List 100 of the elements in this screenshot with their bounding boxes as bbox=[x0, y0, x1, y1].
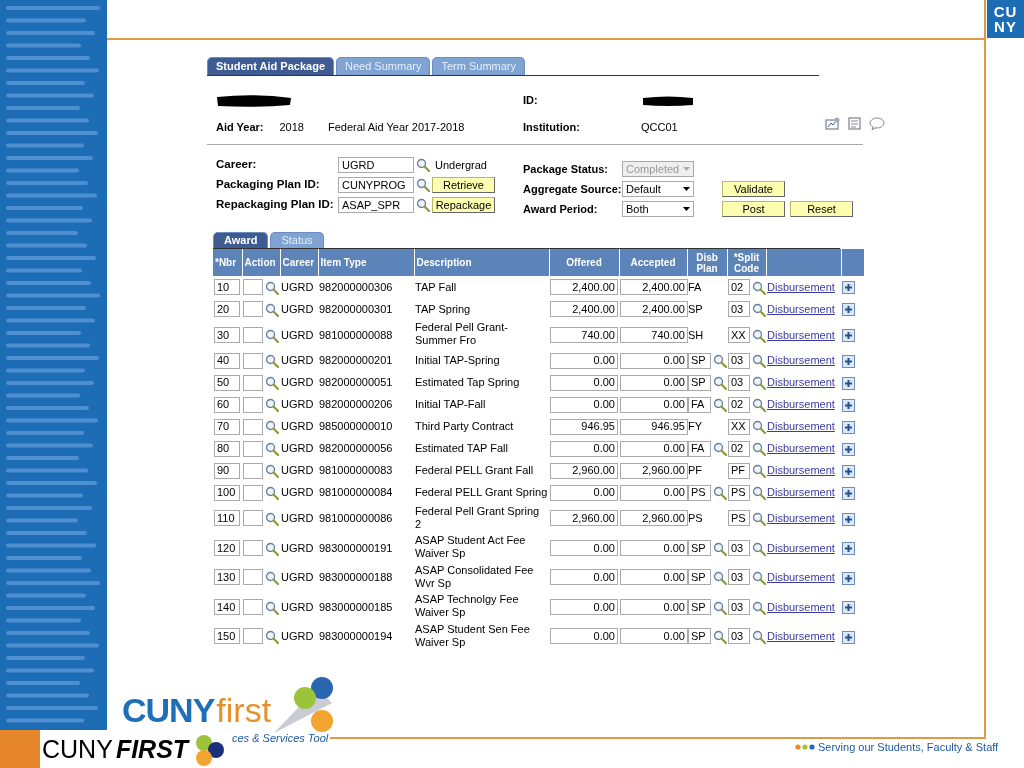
input-field[interactable]: PS bbox=[728, 484, 750, 501]
input-field[interactable]: 0.00 bbox=[550, 539, 618, 556]
add-row-icon[interactable] bbox=[842, 571, 855, 585]
search-icon[interactable] bbox=[752, 512, 766, 527]
input-field[interactable]: 2,400.00 bbox=[550, 279, 618, 295]
search-icon[interactable] bbox=[752, 464, 766, 479]
input-field[interactable]: 0.00 bbox=[550, 396, 618, 413]
search-icon[interactable] bbox=[752, 541, 766, 556]
action-button[interactable]: Post bbox=[722, 201, 785, 217]
input-field[interactable]: 0.00 bbox=[620, 569, 688, 586]
input-field[interactable]: CUNYPROG bbox=[338, 177, 414, 193]
input-field[interactable]: FA bbox=[688, 396, 711, 413]
input-field[interactable]: 2,960.00 bbox=[550, 510, 618, 527]
search-icon[interactable] bbox=[265, 486, 279, 501]
search-icon[interactable] bbox=[265, 398, 279, 413]
add-row-icon[interactable] bbox=[842, 601, 855, 615]
input-field[interactable]: ASAP_SPR bbox=[338, 197, 414, 213]
input-field[interactable]: 2,960.00 bbox=[620, 462, 688, 479]
search-icon[interactable] bbox=[416, 198, 430, 212]
search-icon[interactable] bbox=[713, 630, 727, 645]
input-field[interactable]: 02 bbox=[728, 396, 750, 413]
disbursement-link[interactable]: Disbursement bbox=[767, 376, 835, 389]
disbursement-link[interactable]: Disbursement bbox=[767, 354, 835, 367]
search-icon[interactable] bbox=[265, 420, 279, 435]
input-field[interactable]: 0.00 bbox=[620, 396, 688, 413]
input-field[interactable]: 0.00 bbox=[620, 374, 688, 391]
input-field[interactable] bbox=[243, 462, 263, 479]
input-field[interactable]: 2,960.00 bbox=[620, 510, 688, 527]
input-field[interactable]: 0.00 bbox=[620, 598, 688, 615]
search-icon[interactable] bbox=[265, 541, 279, 556]
input-field[interactable]: 2,400.00 bbox=[620, 279, 688, 295]
add-row-icon[interactable] bbox=[842, 542, 855, 556]
tab[interactable]: Award bbox=[213, 232, 269, 248]
input-field[interactable] bbox=[243, 326, 263, 343]
input-field[interactable]: UGRD bbox=[338, 157, 414, 173]
add-row-icon[interactable] bbox=[842, 329, 855, 343]
input-field[interactable]: 0.00 bbox=[620, 440, 688, 457]
input-field[interactable]: SP bbox=[688, 539, 711, 556]
disbursement-link[interactable]: Disbursement bbox=[767, 486, 835, 499]
input-field[interactable]: 03 bbox=[728, 628, 750, 645]
input-field[interactable]: 130 bbox=[214, 569, 240, 586]
input-field[interactable]: 740.00 bbox=[620, 326, 688, 343]
input-field[interactable] bbox=[243, 569, 263, 586]
input-field[interactable] bbox=[243, 279, 263, 295]
input-field[interactable]: 0.00 bbox=[620, 484, 688, 501]
search-icon[interactable] bbox=[713, 398, 727, 413]
input-field[interactable]: 0.00 bbox=[620, 628, 688, 645]
input-field[interactable] bbox=[243, 418, 263, 435]
add-row-icon[interactable] bbox=[842, 442, 855, 456]
input-field[interactable]: SP bbox=[688, 374, 711, 391]
disbursement-link[interactable]: Disbursement bbox=[767, 302, 835, 315]
input-field[interactable]: 740.00 bbox=[550, 326, 618, 343]
search-icon[interactable] bbox=[265, 302, 279, 317]
search-icon[interactable] bbox=[713, 354, 727, 369]
add-row-icon[interactable] bbox=[842, 486, 855, 500]
add-row-icon[interactable] bbox=[842, 303, 855, 317]
disbursement-link[interactable]: Disbursement bbox=[767, 571, 835, 583]
input-field[interactable] bbox=[243, 628, 263, 645]
input-field[interactable] bbox=[243, 396, 263, 413]
input-field[interactable] bbox=[243, 352, 263, 369]
disbursement-link[interactable]: Disbursement bbox=[767, 398, 835, 411]
input-field[interactable]: 0.00 bbox=[550, 598, 618, 615]
input-field[interactable]: 140 bbox=[214, 598, 240, 615]
search-icon[interactable] bbox=[752, 600, 766, 615]
input-field[interactable]: 946.95 bbox=[620, 418, 688, 435]
input-field[interactable] bbox=[243, 440, 263, 457]
search-icon[interactable] bbox=[752, 571, 766, 586]
input-field[interactable]: 0.00 bbox=[550, 352, 618, 369]
input-field[interactable]: 2,400.00 bbox=[620, 301, 688, 317]
input-field[interactable]: 80 bbox=[214, 440, 240, 457]
input-field[interactable]: 0.00 bbox=[550, 628, 618, 645]
add-row-icon[interactable] bbox=[842, 464, 855, 478]
input-field[interactable]: 10 bbox=[214, 279, 240, 295]
disbursement-link[interactable]: Disbursement bbox=[767, 280, 835, 293]
search-icon[interactable] bbox=[752, 302, 766, 317]
input-field[interactable]: 2,400.00 bbox=[550, 301, 618, 317]
input-field[interactable]: PS bbox=[688, 484, 711, 501]
add-row-icon[interactable] bbox=[842, 398, 855, 412]
search-icon[interactable] bbox=[713, 486, 727, 501]
search-icon[interactable] bbox=[265, 630, 279, 645]
search-icon[interactable] bbox=[416, 178, 430, 192]
dropdown[interactable]: Both bbox=[622, 201, 694, 217]
input-field[interactable]: 100 bbox=[214, 484, 240, 501]
disbursement-link[interactable]: Disbursement bbox=[767, 512, 835, 524]
input-field[interactable]: 60 bbox=[214, 396, 240, 413]
search-icon[interactable] bbox=[265, 354, 279, 369]
search-icon[interactable] bbox=[752, 328, 766, 343]
search-icon[interactable] bbox=[713, 571, 727, 586]
search-icon[interactable] bbox=[265, 442, 279, 457]
action-button[interactable]: Repackage bbox=[432, 197, 495, 213]
input-field[interactable]: 0.00 bbox=[550, 374, 618, 391]
disbursement-link[interactable]: Disbursement bbox=[767, 630, 835, 642]
input-field[interactable]: PS bbox=[728, 510, 750, 527]
input-field[interactable]: 03 bbox=[728, 569, 750, 586]
input-field[interactable]: 0.00 bbox=[620, 539, 688, 556]
chart-icon[interactable] bbox=[825, 117, 840, 130]
chat-icon[interactable] bbox=[869, 117, 885, 130]
search-icon[interactable] bbox=[752, 280, 766, 295]
input-field[interactable]: 02 bbox=[728, 279, 750, 295]
input-field[interactable]: 20 bbox=[214, 301, 240, 317]
